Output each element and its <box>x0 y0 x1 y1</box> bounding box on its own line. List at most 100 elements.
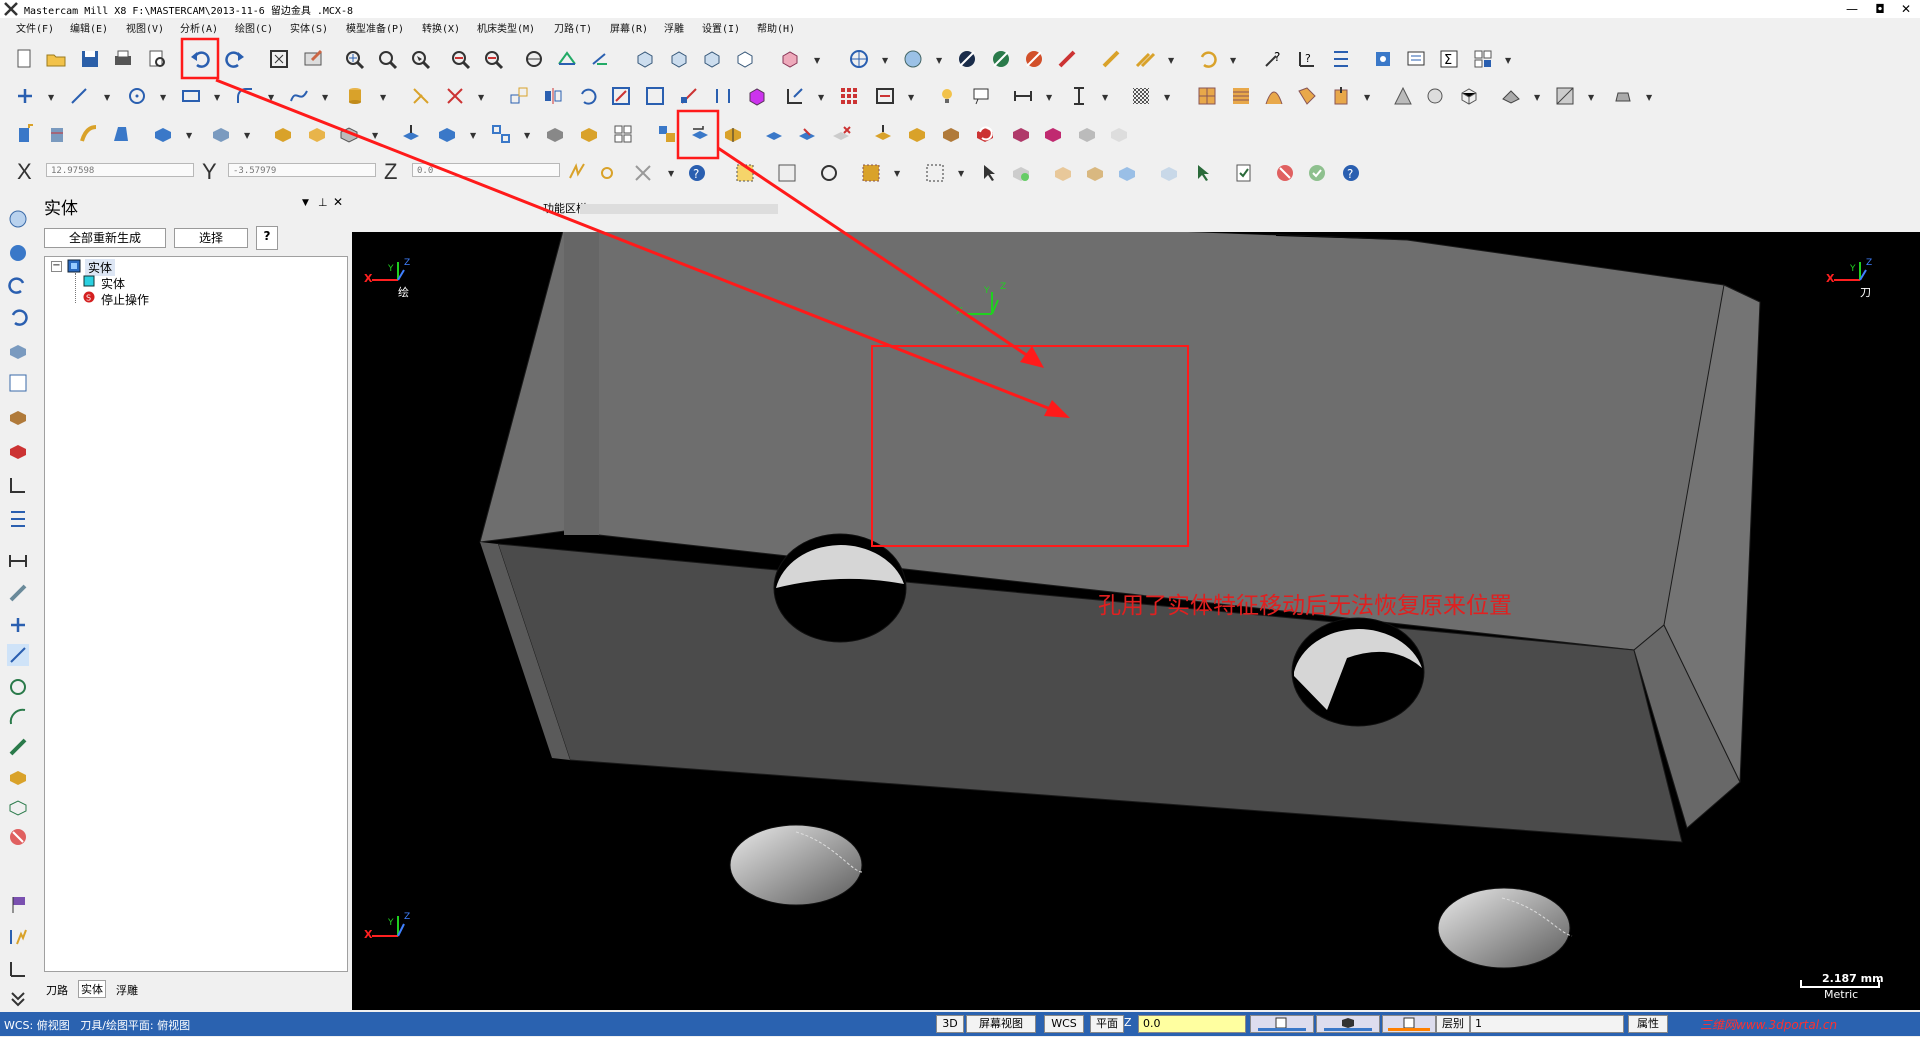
surface-grid-icon[interactable] <box>1196 85 1218 107</box>
pencil-icon[interactable] <box>1100 48 1122 70</box>
screen-stats-icon[interactable] <box>1405 48 1427 70</box>
dimension-h-icon[interactable] <box>1012 85 1034 107</box>
xform-offset-icon[interactable] <box>644 85 666 107</box>
menu-toolpaths[interactable]: 刀路(T) <box>554 20 592 35</box>
x-coord-field[interactable]: 12.97598 <box>46 163 194 177</box>
feature-split-icon[interactable] <box>722 123 744 145</box>
box-wire-side-icon[interactable] <box>7 796 29 818</box>
tree-child-solid[interactable]: 实体 <box>101 275 125 292</box>
stop-icon[interactable] <box>1274 162 1296 184</box>
iso-view-1-icon[interactable] <box>634 48 656 70</box>
solid-select-4-icon[interactable] <box>1158 162 1180 184</box>
xform-scale-icon[interactable] <box>610 85 632 107</box>
array-icon[interactable] <box>838 85 860 107</box>
select-button[interactable]: 选择 <box>174 228 248 248</box>
stats-side-icon[interactable] <box>7 508 29 530</box>
autocursor-settings-icon[interactable] <box>596 162 618 184</box>
collapse-side-icon[interactable] <box>7 988 29 1010</box>
circle-icon[interactable] <box>126 85 148 107</box>
surface-mesh-icon[interactable] <box>1458 85 1480 107</box>
line-side-icon[interactable] <box>7 644 29 666</box>
lightbulb-icon[interactable] <box>936 85 958 107</box>
unzoom-prev-icon[interactable] <box>449 48 471 70</box>
solid-shell-icon[interactable] <box>338 123 360 145</box>
status-wcs-button[interactable]: WCS <box>1044 1015 1084 1033</box>
surface-stack-icon[interactable] <box>1612 85 1634 107</box>
feature-box-tan-icon[interactable] <box>906 123 928 145</box>
status-3d-button[interactable]: 3D <box>936 1015 964 1033</box>
feature-move-icon[interactable] <box>689 123 711 145</box>
solid-select-2-icon[interactable] <box>1084 162 1106 184</box>
vertical-dim-side-icon[interactable] <box>7 958 29 980</box>
wireframe-icon[interactable] <box>956 48 978 70</box>
solid-boolean-icon[interactable] <box>544 123 566 145</box>
regen-all-button[interactable]: 全部重新生成 <box>44 228 166 248</box>
verify-select-icon[interactable] <box>1010 162 1032 184</box>
solid-fillet-icon[interactable] <box>272 123 294 145</box>
zoom-target-icon[interactable] <box>376 48 398 70</box>
xform-project-icon[interactable] <box>746 85 768 107</box>
layout-side-icon[interactable] <box>7 372 29 394</box>
trim-icon[interactable] <box>410 85 432 107</box>
measure-side-icon[interactable] <box>7 550 29 572</box>
fit-screen-icon[interactable] <box>268 48 290 70</box>
redo-side-icon[interactable] <box>7 274 29 296</box>
solid-push-pull-icon[interactable] <box>400 123 422 145</box>
fillet-icon[interactable] <box>234 85 256 107</box>
iso-view-2-icon[interactable] <box>668 48 690 70</box>
xform-mirror-icon[interactable] <box>542 85 564 107</box>
feature-remove-hole-icon[interactable] <box>830 123 852 145</box>
gview-top-icon[interactable] <box>556 48 578 70</box>
surface-split-icon[interactable] <box>1554 85 1576 107</box>
menu-machine-type[interactable]: 机床类型(M) <box>477 20 535 35</box>
feature-tan-box-icon[interactable] <box>1010 123 1032 145</box>
brush-side-icon[interactable] <box>7 582 29 604</box>
undo-side-icon[interactable] <box>7 306 29 328</box>
undo-orange-icon[interactable] <box>1196 48 1218 70</box>
spline-icon[interactable] <box>288 85 310 107</box>
unzoom-icon[interactable] <box>482 48 504 70</box>
solid-box-icon[interactable] <box>152 123 174 145</box>
status-level-field[interactable]: 1 <box>1470 1015 1624 1033</box>
redo-icon[interactable] <box>224 48 246 70</box>
menu-view[interactable]: 视图(V) <box>126 20 164 35</box>
solid-extrude-icon[interactable] <box>14 123 36 145</box>
repaint-icon[interactable] <box>302 48 324 70</box>
analyze-icon[interactable]: ? <box>1262 48 1284 70</box>
sphere-outline-icon[interactable] <box>7 208 29 230</box>
menu-file[interactable]: 文件(F) <box>16 20 54 35</box>
xform-roll-icon[interactable] <box>712 85 734 107</box>
menu-solids[interactable]: 实体(S) <box>290 20 328 35</box>
point-icon[interactable] <box>14 85 36 107</box>
close-button[interactable]: ✕ <box>1892 0 1920 18</box>
selection-mode-icon[interactable] <box>860 162 882 184</box>
dim-lightning-side-icon[interactable] <box>7 926 29 948</box>
surface-trim-icon[interactable] <box>1500 85 1522 107</box>
dimension-v-icon[interactable] <box>1068 85 1090 107</box>
pointer-icon[interactable] <box>978 162 1000 184</box>
zoom-window-icon[interactable] <box>343 48 365 70</box>
note-icon[interactable] <box>970 85 992 107</box>
status-level-button[interactable]: 层别 <box>1436 1015 1470 1033</box>
solid-select-1-icon[interactable] <box>1052 162 1074 184</box>
rectangle-icon[interactable] <box>180 85 202 107</box>
solid-move-face-icon[interactable] <box>436 123 458 145</box>
feature-regen-icon[interactable] <box>974 123 996 145</box>
dim-side-icon[interactable] <box>7 474 29 496</box>
menu-help[interactable]: 帮助(H) <box>757 20 795 35</box>
iso-view-4-icon[interactable] <box>734 48 756 70</box>
shaded-icon[interactable] <box>990 48 1012 70</box>
status-solid-color[interactable] <box>1316 1015 1380 1033</box>
status-screen-view-button[interactable]: 屏幕视图 <box>966 1015 1036 1033</box>
status-attributes-button[interactable]: 属性 <box>1628 1015 1668 1033</box>
solid-manager-icon[interactable] <box>612 123 634 145</box>
save-icon[interactable] <box>79 48 101 70</box>
panel-pin-icon[interactable]: ⊥ <box>318 196 328 209</box>
tree-root-label[interactable]: 实体 <box>85 259 116 276</box>
grid-tiles-icon[interactable] <box>1472 48 1494 70</box>
menu-model-prep[interactable]: 模型准备(P) <box>346 20 404 35</box>
analyze-dist-icon[interactable]: ? <box>1296 48 1318 70</box>
menu-settings[interactable]: 设置(I) <box>702 20 740 35</box>
translucency-icon[interactable] <box>1056 48 1078 70</box>
minimize-button[interactable]: — <box>1838 0 1866 18</box>
